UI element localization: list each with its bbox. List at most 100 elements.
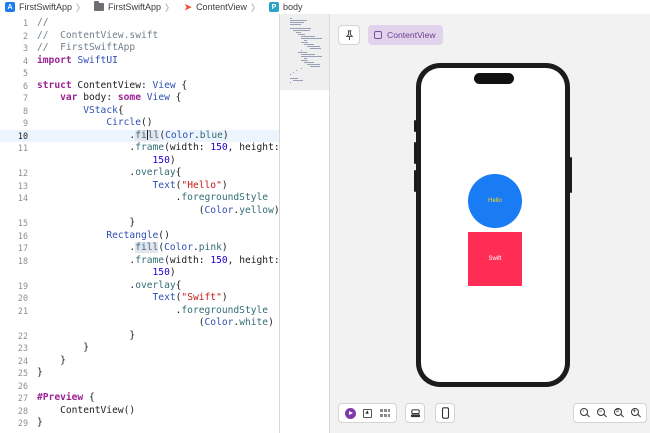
code-line[interactable]: 13 Text("Hello") bbox=[0, 180, 279, 192]
code-text[interactable]: Circle() bbox=[37, 117, 152, 129]
code-text[interactable]: } bbox=[37, 355, 66, 367]
device-screen: Hello Swift bbox=[421, 68, 565, 382]
live-preview-button[interactable] bbox=[344, 407, 357, 420]
code-line[interactable]: 150) bbox=[0, 267, 279, 279]
code-line[interactable]: 29} bbox=[0, 417, 279, 429]
code-text[interactable]: .frame(width: 150, height: bbox=[37, 142, 279, 154]
code-text[interactable]: 150) bbox=[37, 267, 176, 279]
code-line[interactable]: 24 } bbox=[0, 355, 279, 367]
minimap-line bbox=[290, 20, 307, 21]
code-line[interactable]: 21 .foregroundStyle bbox=[0, 305, 279, 317]
code-text[interactable]: VStack{ bbox=[37, 105, 123, 117]
code-line[interactable]: 16 Rectangle() bbox=[0, 230, 279, 242]
code-editor[interactable]: 1 // 2 // ContentView.swift 3 // FirstSwiftAp… bbox=[0, 14, 280, 433]
code-line[interactable]: 19 .overlay{ bbox=[0, 280, 279, 292]
breadcrumb-label: ContentView bbox=[196, 2, 247, 12]
code-line[interactable]: 10 .fill(Color.blue) bbox=[0, 129, 279, 142]
code-line[interactable]: 28 ContentView() bbox=[0, 405, 279, 417]
device-button[interactable] bbox=[435, 403, 455, 423]
code-line[interactable]: 26 bbox=[0, 380, 279, 392]
code-line[interactable]: 14 .foregroundStyle bbox=[0, 192, 279, 204]
zoom-100-icon: = bbox=[613, 408, 624, 418]
code-line[interactable]: 2 // ContentView.swift bbox=[0, 30, 279, 42]
line-number: 2 bbox=[22, 30, 28, 41]
code-line[interactable]: 3 // FirstSwiftApp bbox=[0, 42, 279, 54]
code-text[interactable]: import SwiftUI bbox=[37, 55, 118, 67]
code-text[interactable]: (Color.yellow) bbox=[37, 205, 280, 217]
code-text[interactable]: .foregroundStyle bbox=[37, 305, 268, 317]
device-settings-button[interactable] bbox=[405, 403, 425, 423]
minimap-line bbox=[295, 70, 297, 71]
code-text[interactable]: 150) bbox=[37, 155, 176, 167]
breadcrumb-item-folder[interactable]: FirstSwiftApp bbox=[89, 0, 161, 14]
code-text[interactable]: } bbox=[37, 342, 89, 354]
line-number: 17 bbox=[17, 243, 28, 253]
code-text[interactable]: } bbox=[37, 417, 43, 429]
line-number: 22 bbox=[17, 330, 28, 341]
code-line[interactable]: 23 } bbox=[0, 342, 279, 354]
pin-preview-button[interactable] bbox=[338, 25, 360, 45]
code-text[interactable]: .overlay{ bbox=[37, 167, 181, 179]
line-number: 4 bbox=[22, 55, 28, 66]
preview-circle[interactable]: Hello bbox=[468, 174, 522, 228]
code-line[interactable]: 18 .frame(width: 150, height: bbox=[0, 255, 280, 267]
code-text[interactable]: struct ContentView: View { bbox=[37, 80, 187, 92]
code-line[interactable]: 27 #Preview { bbox=[0, 392, 279, 404]
breadcrumb-item-file[interactable]: ➤ ContentView bbox=[178, 0, 247, 14]
rectangle-text: Swift bbox=[488, 256, 502, 262]
code-text[interactable]: .overlay{ bbox=[37, 280, 181, 292]
code-line[interactable]: 150) bbox=[0, 155, 279, 167]
code-line[interactable]: 22 } bbox=[0, 330, 279, 342]
code-text[interactable]: // FirstSwiftApp bbox=[37, 42, 135, 54]
code-line[interactable]: 12 .overlay{ bbox=[0, 167, 279, 179]
code-line[interactable]: 17 .fill(Color.pink) bbox=[0, 242, 279, 254]
code-text[interactable]: } bbox=[37, 217, 135, 229]
code-text[interactable]: // bbox=[37, 17, 49, 29]
code-line[interactable]: 11 .frame(width: 150, height: bbox=[0, 142, 280, 154]
breadcrumb-item-project[interactable]: A FirstSwiftApp bbox=[0, 0, 72, 14]
code-text[interactable]: .frame(width: 150, height: bbox=[37, 255, 279, 267]
selectable-mode-button[interactable] bbox=[361, 407, 374, 420]
code-line[interactable]: 20 Text("Swift") bbox=[0, 292, 279, 304]
code-line[interactable]: 5 bbox=[0, 67, 279, 79]
code-text[interactable]: } bbox=[37, 330, 135, 342]
code-line[interactable]: 1 // bbox=[0, 17, 279, 29]
minimap[interactable] bbox=[280, 14, 329, 433]
zoom-in-button[interactable]: + bbox=[629, 407, 642, 420]
line-number: 9 bbox=[22, 118, 28, 128]
code-text[interactable]: .foregroundStyle bbox=[37, 192, 268, 204]
code-line[interactable]: 6 struct ContentView: View { bbox=[0, 80, 279, 92]
breadcrumb-item-symbol[interactable]: P body bbox=[264, 0, 302, 14]
minimap-line bbox=[301, 56, 322, 57]
code-text[interactable]: } bbox=[37, 367, 43, 379]
circle-text: Hello bbox=[488, 198, 502, 204]
variants-button[interactable] bbox=[378, 407, 391, 420]
code-line[interactable]: 8 VStack{ bbox=[0, 105, 279, 117]
breadcrumb-separator: 〉 bbox=[250, 2, 260, 13]
code-line[interactable]: 25} bbox=[0, 367, 279, 379]
zoom-100-button[interactable]: = bbox=[612, 407, 625, 420]
code-text[interactable]: .fill(Color.blue) bbox=[37, 129, 229, 142]
code-text[interactable]: var body: some View { bbox=[37, 92, 181, 104]
zoom-fit-button[interactable]: · bbox=[578, 407, 591, 420]
code-line[interactable]: 9 Circle() bbox=[0, 117, 279, 129]
code-text[interactable]: (Color.white) bbox=[37, 317, 274, 329]
code-text[interactable]: #Preview { bbox=[37, 392, 95, 404]
code-line[interactable]: 4 import SwiftUI bbox=[0, 55, 279, 67]
zoom-in-icon: + bbox=[630, 408, 641, 418]
code-line[interactable]: 7 var body: some View { bbox=[0, 92, 279, 104]
code-line[interactable]: (Color.white) bbox=[0, 317, 279, 329]
preview-tab-contentview[interactable]: ContentView bbox=[368, 25, 443, 45]
code-text[interactable]: ContentView() bbox=[37, 405, 135, 417]
code-line[interactable]: 15 } bbox=[0, 217, 279, 229]
code-text[interactable]: Text("Swift") bbox=[37, 292, 228, 304]
preview-rectangle[interactable]: Swift bbox=[468, 232, 522, 286]
selectable-mode-icon bbox=[363, 408, 372, 418]
code-text[interactable]: Rectangle() bbox=[37, 230, 170, 242]
zoom-out-button[interactable]: − bbox=[595, 407, 608, 420]
minimap-line bbox=[290, 78, 298, 79]
code-text[interactable]: Text("Hello") bbox=[37, 180, 228, 192]
code-line[interactable]: (Color.yellow) bbox=[0, 205, 280, 217]
code-text[interactable]: .fill(Color.pink) bbox=[37, 242, 228, 254]
code-text[interactable]: // ContentView.swift bbox=[37, 30, 158, 42]
